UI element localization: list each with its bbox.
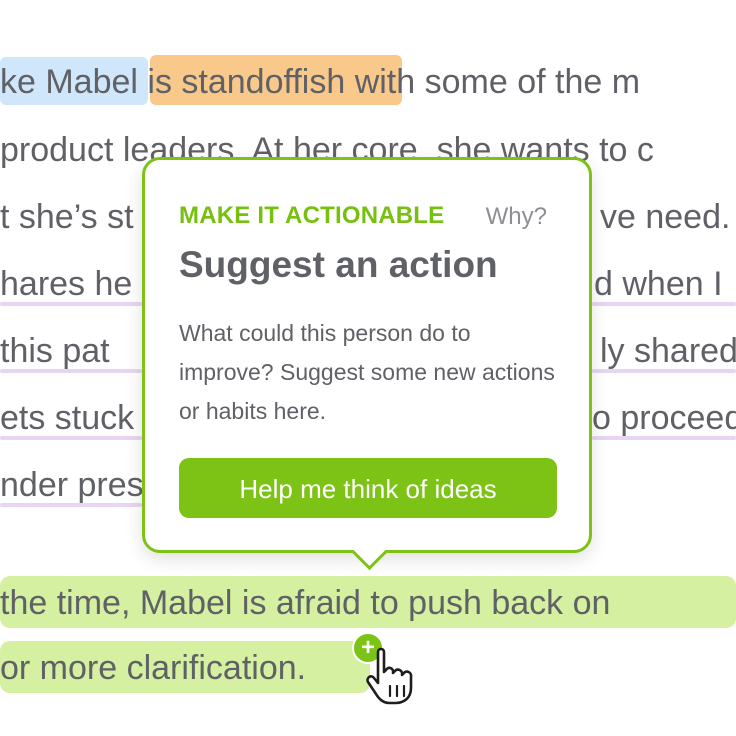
text-line-3: t she’s st [0, 198, 134, 236]
comment-underline[interactable] [592, 302, 736, 306]
text-line-1: ke Mabel is standoffish with some of the… [0, 63, 641, 101]
text-line-8[interactable]: the time, Mabel is afraid to push back o… [0, 581, 610, 625]
comment-underline[interactable] [592, 436, 736, 440]
popover-title: Suggest an action [179, 244, 498, 285]
why-link[interactable]: Why? [486, 203, 547, 231]
suggest-action-popover: MAKE IT ACTIONABLE Why? Suggest an actio… [142, 157, 592, 571]
hand-pointer-icon [366, 647, 413, 705]
text-line-9[interactable]: or more clarification. [0, 646, 306, 690]
text-line-7: nder pres [0, 466, 144, 504]
comment-underline[interactable] [0, 369, 142, 373]
text-line-6: ets stuck [0, 399, 135, 437]
help-me-think-button[interactable]: Help me think of ideas [179, 458, 557, 518]
text-line-5-right: ly shared [600, 332, 736, 370]
text-line-4: hares he [0, 265, 133, 303]
comment-underline[interactable] [592, 369, 736, 373]
highlighted-span-orange[interactable]: is standoffish [147, 63, 345, 101]
text-line-5: this pat [0, 332, 110, 370]
highlighted-span-blue[interactable]: ke Mabel [0, 63, 138, 101]
comment-underline[interactable] [0, 302, 142, 306]
popover-kicker: MAKE IT ACTIONABLE [179, 202, 445, 229]
comment-underline[interactable] [0, 503, 142, 507]
popover-description: What could this person do to improve? Su… [179, 320, 555, 424]
comment-underline[interactable] [0, 436, 142, 440]
text-line-4-right: d when I [594, 265, 723, 303]
text-line-3-right: ve need. [600, 198, 731, 236]
text-line-6-right: o proceed [592, 399, 736, 437]
